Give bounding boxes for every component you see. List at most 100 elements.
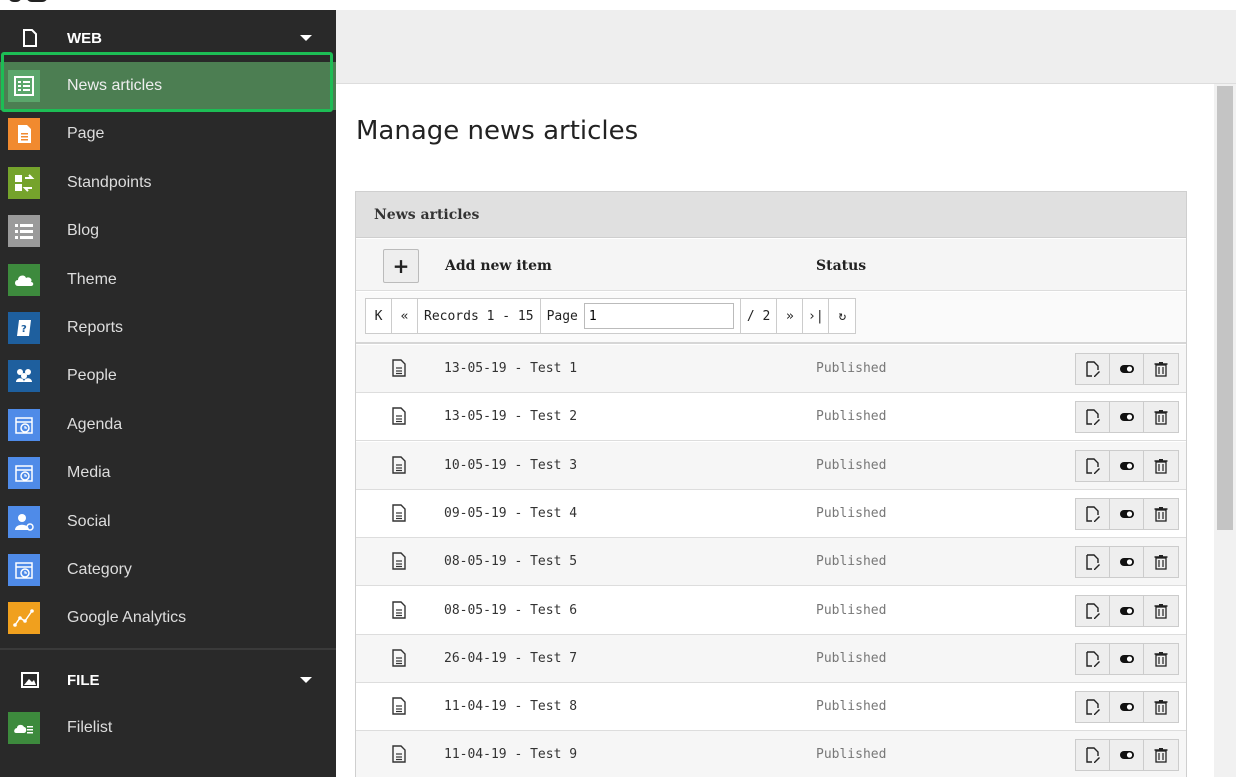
people-icon (8, 360, 40, 393)
toggle-visibility-button[interactable] (1110, 740, 1144, 771)
report-icon: ? (8, 312, 40, 344)
edit-button[interactable] (1076, 595, 1110, 626)
sidebar-item-theme[interactable]: Theme (0, 256, 336, 304)
next-page-button[interactable]: » (777, 299, 804, 333)
row-title[interactable]: 26-04-19 - Test 7 (444, 651, 577, 666)
table-row[interactable]: 26-04-19 - Test 7 Published (356, 634, 1186, 683)
table-row[interactable]: 09-05-19 - Test 4 Published (356, 489, 1186, 538)
sidebar-item-reports[interactable]: ? Reports (0, 304, 336, 352)
row-actions (1075, 401, 1179, 434)
previous-page-button[interactable]: « (392, 299, 418, 333)
table-row[interactable]: 13-05-19 - Test 1 Published (356, 345, 1186, 393)
table-row[interactable]: 08-05-19 - Test 6 Published (356, 586, 1186, 635)
table-row[interactable]: 13-05-19 - Test 2 Published (356, 393, 1186, 442)
toggle-visibility-button[interactable] (1110, 547, 1144, 578)
table-row[interactable]: 11-04-19 - Test 8 Published (356, 683, 1186, 732)
edit-button[interactable] (1076, 402, 1110, 433)
column-header-status[interactable]: Status (816, 258, 866, 274)
edit-button[interactable] (1076, 692, 1110, 723)
toggle-visibility-button[interactable] (1110, 450, 1144, 481)
edit-icon (1085, 699, 1100, 716)
chevron-down-icon[interactable] (300, 677, 312, 683)
document-icon (392, 359, 406, 377)
row-title[interactable]: 13-05-19 - Test 2 (444, 409, 577, 424)
refresh-button[interactable]: ↻ (829, 299, 855, 333)
sidebar-item-google-analytics[interactable]: Google Analytics (0, 594, 336, 642)
delete-button[interactable] (1144, 402, 1178, 432)
column-header-add[interactable]: Add new item (445, 258, 552, 274)
toggle-visibility-button[interactable] (1110, 595, 1144, 626)
edit-button[interactable] (1076, 450, 1110, 481)
table-row[interactable]: 08-05-19 - Test 5 Published (356, 538, 1186, 587)
delete-button[interactable] (1144, 692, 1178, 722)
edit-button[interactable] (1076, 740, 1110, 771)
delete-button[interactable] (1144, 547, 1178, 577)
chevron-down-icon[interactable] (300, 35, 312, 41)
sidebar-item-news-articles[interactable]: News articles (0, 62, 336, 110)
records-range: Records 1 - 15 (418, 299, 541, 333)
scrollbar-thumb[interactable] (1217, 86, 1233, 530)
panel-title: News articles (374, 207, 480, 223)
trash-icon (1154, 506, 1168, 522)
delete-button[interactable] (1144, 596, 1178, 626)
sidebar-item-filelist[interactable]: Filelist (0, 704, 336, 752)
last-page-button[interactable]: ›| (803, 299, 830, 333)
sidebar-item-blog[interactable]: Blog (0, 207, 336, 255)
edit-button[interactable] (1076, 354, 1110, 384)
table-row[interactable]: 10-05-19 - Test 3 Published (356, 441, 1186, 490)
row-title[interactable]: 09-05-19 - Test 4 (444, 506, 577, 521)
page-number-input[interactable] (583, 303, 734, 329)
sidebar-item-category[interactable]: Category (0, 546, 336, 594)
calendar-icon (8, 554, 40, 586)
delete-button[interactable] (1144, 644, 1178, 674)
row-title[interactable]: 08-05-19 - Test 6 (444, 603, 577, 618)
edit-icon (1085, 506, 1100, 522)
sidebar-section-file[interactable]: FILE (0, 660, 336, 700)
toggle-visibility-button[interactable] (1110, 354, 1144, 384)
edit-button[interactable] (1076, 643, 1110, 674)
delete-button[interactable] (1144, 499, 1178, 529)
edit-icon (1085, 651, 1100, 667)
row-status: Published (816, 457, 887, 473)
row-status: Published (816, 747, 887, 763)
document-icon (392, 407, 406, 425)
table-row[interactable]: 11-04-19 - Test 9 Published (356, 731, 1186, 777)
row-title[interactable]: 10-05-19 - Test 3 (444, 458, 577, 473)
image-icon (21, 672, 39, 688)
sidebar-item-social[interactable]: Social (0, 498, 336, 546)
add-new-item-button[interactable]: + (383, 249, 419, 283)
toggle-icon (1119, 365, 1134, 373)
sidebar-section-web[interactable]: WEB (0, 18, 336, 58)
row-title[interactable]: 08-05-19 - Test 5 (444, 554, 577, 569)
sidebar-item-page[interactable]: Page (0, 110, 336, 158)
document-icon (392, 600, 406, 619)
toggle-visibility-button[interactable] (1110, 402, 1144, 433)
sidebar-item-label: Standpoints (67, 173, 152, 191)
sidebar-item-media[interactable]: Media (0, 449, 336, 497)
toggle-icon (1119, 509, 1134, 518)
pagination-row: K « Records 1 - 15 Page / 2 » ›| ↻ (356, 292, 1186, 344)
row-title[interactable]: 11-04-19 - Test 9 (444, 747, 577, 762)
sidebar-item-agenda[interactable]: Agenda (0, 401, 336, 449)
edit-button[interactable] (1076, 547, 1110, 578)
delete-button[interactable] (1144, 740, 1178, 770)
delete-button[interactable] (1144, 451, 1178, 481)
toggle-visibility-button[interactable] (1110, 643, 1144, 674)
sidebar-item-people[interactable]: People (0, 352, 336, 400)
first-page-button[interactable]: K (366, 299, 392, 333)
toggle-visibility-button[interactable] (1110, 692, 1144, 723)
calendar-icon (8, 457, 40, 490)
sidebar-item-standpoints[interactable]: Standpoints (0, 159, 336, 207)
main-header (336, 10, 1236, 84)
document-icon (392, 504, 406, 522)
edit-icon (1085, 457, 1100, 474)
row-title[interactable]: 13-05-19 - Test 1 (444, 361, 577, 376)
table-list-icon (8, 70, 40, 102)
sidebar-item-label: Category (67, 561, 132, 578)
toggle-visibility-button[interactable] (1110, 498, 1144, 529)
toggle-icon (1119, 606, 1134, 615)
delete-button[interactable] (1144, 354, 1178, 384)
toggle-icon (1119, 654, 1134, 663)
row-title[interactable]: 11-04-19 - Test 8 (444, 699, 577, 714)
edit-button[interactable] (1076, 498, 1110, 529)
